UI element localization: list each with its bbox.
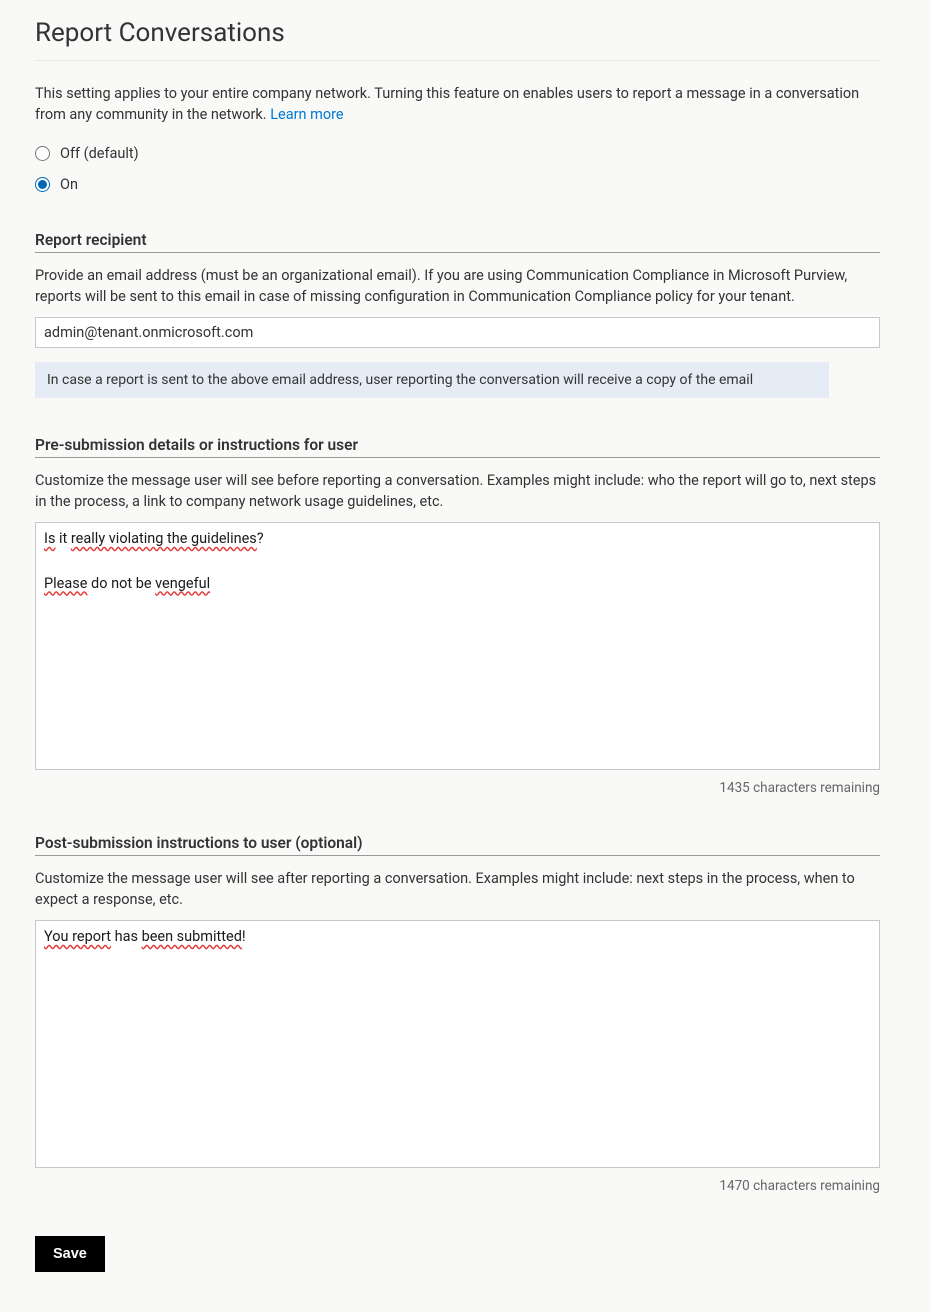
recipient-title: Report recipient: [35, 231, 880, 253]
radio-off[interactable]: [35, 146, 50, 161]
save-button[interactable]: Save: [35, 1236, 105, 1272]
radio-off-label: Off (default): [60, 145, 139, 162]
pre-submission-textarea[interactable]: Is it really violating the guidelines? P…: [35, 522, 880, 770]
radio-on-label: On: [60, 176, 78, 193]
post-section: Post-submission instructions to user (op…: [35, 834, 880, 1194]
post-title: Post-submission instructions to user (op…: [35, 834, 880, 856]
post-submission-textarea[interactable]: You report has been submitted!: [35, 920, 880, 1168]
pre-counter: 1435 characters remaining: [35, 780, 880, 796]
recipient-section: Report recipient Provide an email addres…: [35, 231, 880, 398]
pre-blank-line: [44, 551, 871, 571]
pre-line-1: Is it really violating the guidelines?: [44, 529, 871, 549]
pre-desc: Customize the message user will see befo…: [35, 470, 880, 512]
recipient-note: In case a report is sent to the above em…: [35, 362, 829, 398]
intro-text-body: This setting applies to your entire comp…: [35, 85, 859, 123]
recipient-desc: Provide an email address (must be an org…: [35, 265, 880, 307]
pre-section: Pre-submission details or instructions f…: [35, 436, 880, 796]
pre-line-2: Please do not be vengeful: [44, 574, 871, 594]
radio-on-row[interactable]: On: [35, 176, 880, 193]
learn-more-link[interactable]: Learn more: [270, 106, 343, 123]
page-title: Report Conversations: [35, 18, 880, 61]
pre-title: Pre-submission details or instructions f…: [35, 436, 880, 458]
intro-text: This setting applies to your entire comp…: [35, 83, 880, 125]
radio-on[interactable]: [35, 177, 50, 192]
post-line-1: You report has been submitted!: [44, 927, 871, 947]
recipient-email-input[interactable]: [35, 317, 880, 348]
post-counter: 1470 characters remaining: [35, 1178, 880, 1194]
post-desc: Customize the message user will see afte…: [35, 868, 880, 910]
radio-off-row[interactable]: Off (default): [35, 145, 880, 162]
